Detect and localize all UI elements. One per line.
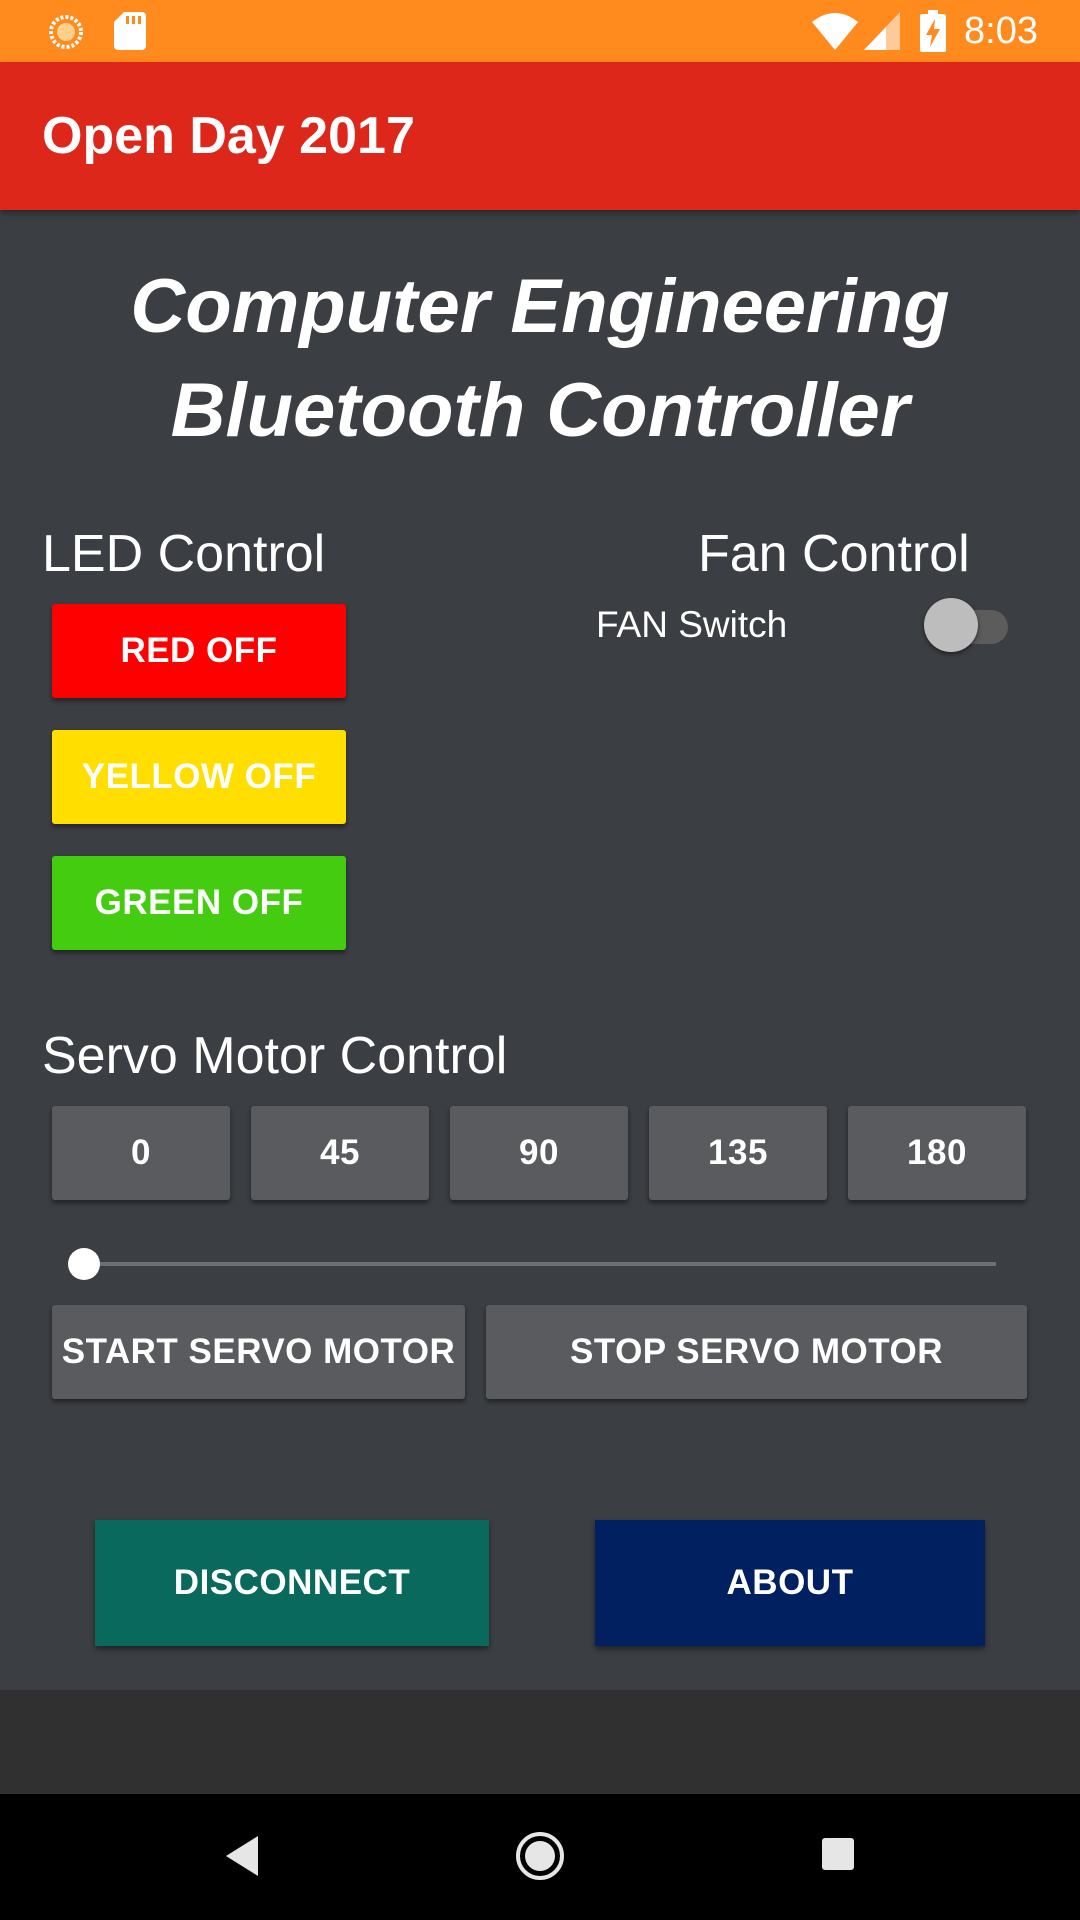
servo-slider-track[interactable]: [84, 1262, 996, 1266]
servo-angle-0-button[interactable]: 0: [52, 1106, 230, 1200]
disconnect-button[interactable]: DISCONNECT: [95, 1520, 489, 1646]
led-control-title: LED Control: [42, 525, 326, 583]
home-icon[interactable]: [514, 1830, 566, 1882]
fan-switch[interactable]: [916, 590, 1016, 660]
servo-angle-90-button[interactable]: 90: [450, 1106, 628, 1200]
recents-icon[interactable]: [820, 1836, 856, 1872]
navigation-bar: [0, 1794, 1080, 1920]
servo-slider-thumb[interactable]: [68, 1248, 100, 1280]
app-title: Open Day 2017: [42, 107, 415, 165]
battery-charging-icon: [920, 10, 946, 52]
servo-slider[interactable]: [60, 1238, 1010, 1292]
servo-angle-180-button[interactable]: 180: [848, 1106, 1026, 1200]
servo-angle-135-button[interactable]: 135: [649, 1106, 827, 1200]
stop-servo-button[interactable]: STOP SERVO MOTOR: [486, 1305, 1027, 1399]
about-button[interactable]: ABOUT: [595, 1520, 985, 1646]
status-bar: 8:03: [0, 0, 1080, 62]
wifi-icon: [812, 13, 858, 50]
red-led-button[interactable]: RED OFF: [52, 604, 346, 698]
bottom-strip: [0, 1690, 1080, 1794]
headline-line-1: Computer Engineering: [130, 264, 950, 349]
servo-angle-45-button[interactable]: 45: [251, 1106, 429, 1200]
sd-card-icon: [114, 12, 146, 50]
back-icon[interactable]: [222, 1834, 262, 1878]
app-bar: Open Day 2017: [0, 62, 1080, 210]
fan-switch-label: FAN Switch: [596, 604, 788, 645]
fan-control-title: Fan Control: [698, 525, 970, 583]
headline-line-2: Bluetooth Controller: [170, 368, 910, 453]
notification-sun-icon: [49, 15, 83, 49]
signal-icon: [864, 12, 900, 50]
fan-switch-thumb[interactable]: [924, 598, 978, 652]
green-led-button[interactable]: GREEN OFF: [52, 856, 346, 950]
yellow-led-button[interactable]: YELLOW OFF: [52, 730, 346, 824]
servo-control-title: Servo Motor Control: [42, 1027, 508, 1085]
status-time: 8:03: [964, 10, 1038, 52]
start-servo-button[interactable]: START SERVO MOTOR: [52, 1305, 465, 1399]
